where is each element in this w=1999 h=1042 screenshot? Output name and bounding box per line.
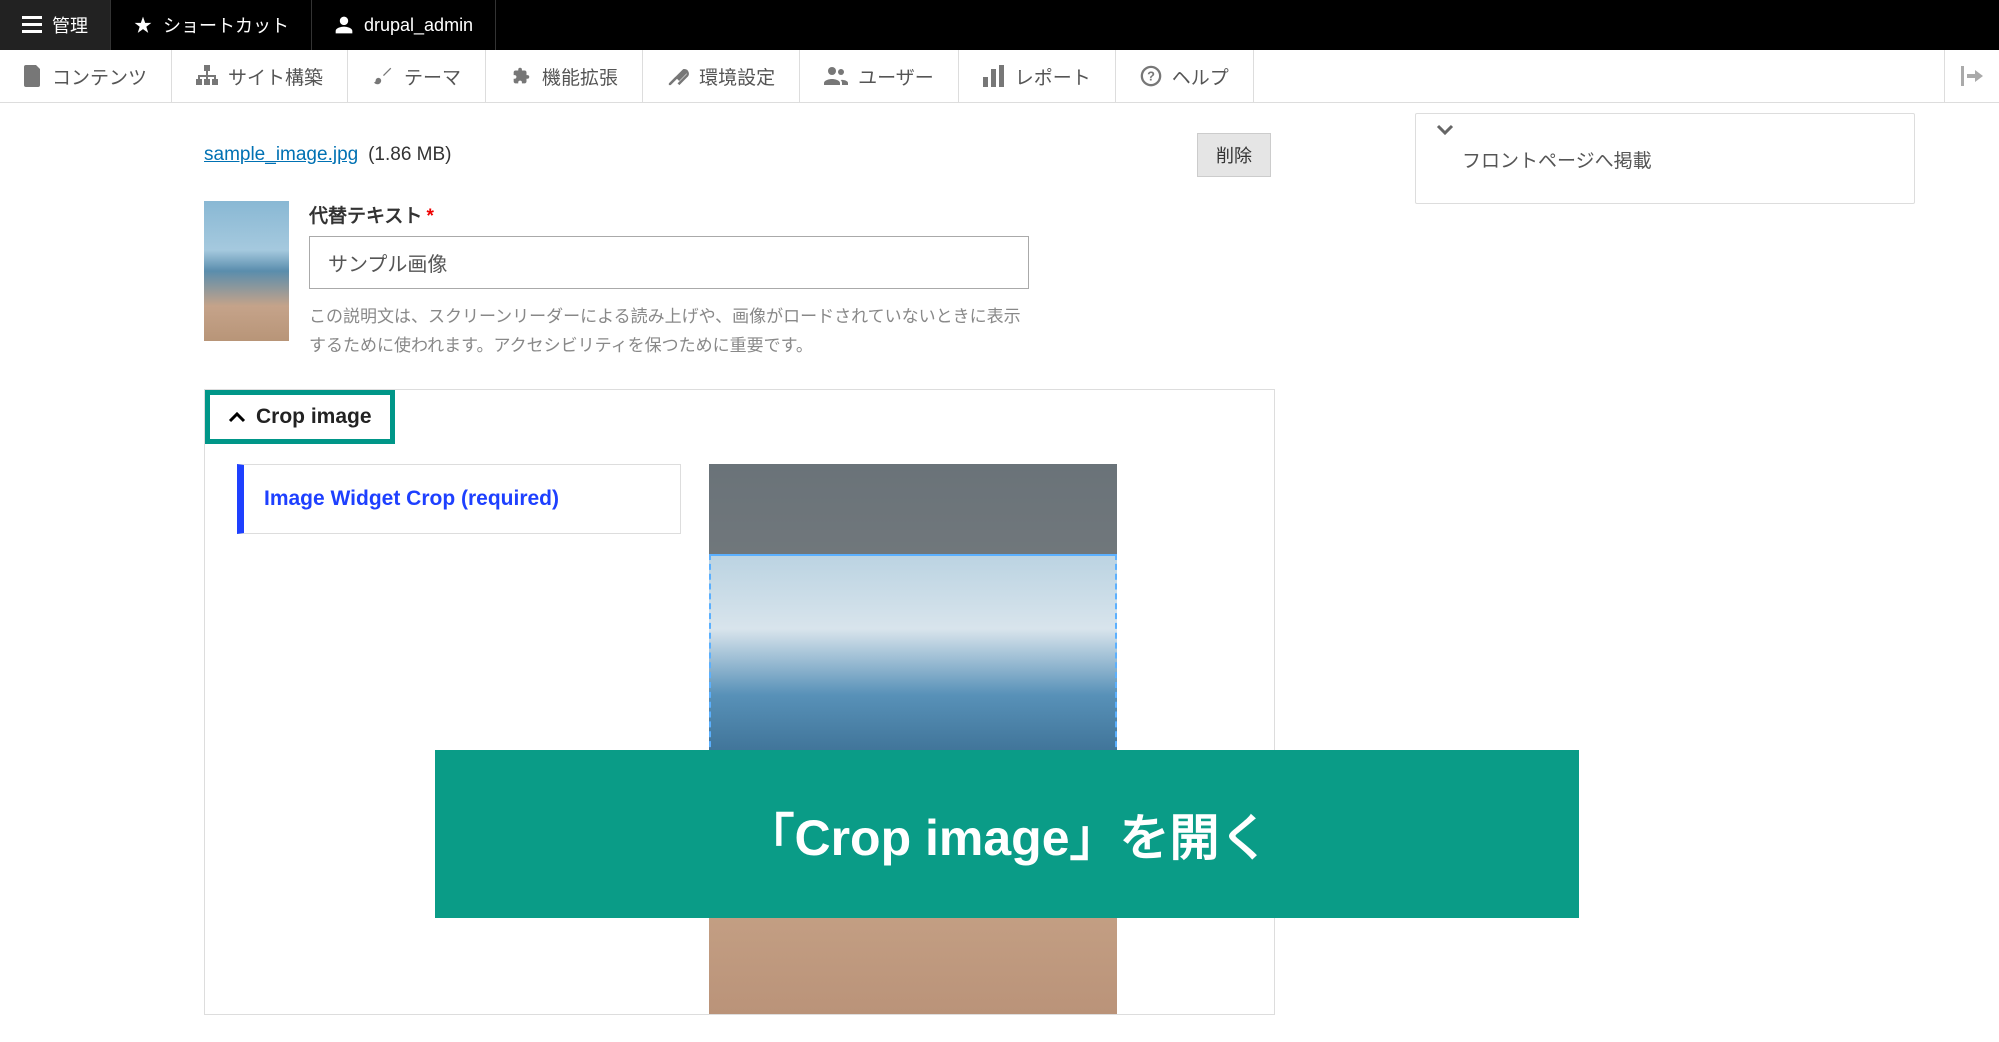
menu-theme-label: テーマ	[404, 63, 461, 90]
shortcuts-label: ショートカット	[163, 12, 289, 38]
shortcuts-button[interactable]: ショートカット	[111, 0, 312, 50]
crop-image-summary-label: Crop image	[256, 405, 372, 429]
crop-mask-top	[709, 464, 1117, 554]
file-icon	[24, 65, 42, 87]
menu-content-label: コンテンツ	[52, 63, 147, 90]
menu-config-label: 環境設定	[699, 63, 775, 90]
menu-extend-label: 機能拡張	[542, 63, 618, 90]
menu-structure-label: サイト構築	[228, 63, 323, 90]
menu-users[interactable]: ユーザー	[800, 50, 959, 102]
brush-icon	[372, 65, 394, 87]
menu-structure[interactable]: サイト構築	[172, 50, 348, 102]
users-icon	[824, 65, 848, 87]
collapse-toolbar-button[interactable]	[1944, 50, 1999, 102]
menu-config[interactable]: 環境設定	[643, 50, 800, 102]
file-size: (1.86 MB)	[368, 144, 451, 165]
alt-text-description: この説明文は、スクリーンリーダーによる読み上げや、画像がロードされていないときに…	[309, 303, 1029, 361]
wrench-icon	[667, 65, 689, 87]
crop-image-fieldset: Crop image Image Widget Crop (required)	[204, 389, 1275, 1015]
user-label: drupal_admin	[364, 15, 473, 36]
tab-image-widget-crop[interactable]: Image Widget Crop (required)	[237, 464, 681, 534]
star-icon	[133, 15, 153, 35]
svg-text:?: ?	[1147, 69, 1155, 84]
annotation-banner: 「Crop image」を開く	[435, 750, 1579, 918]
image-thumbnail	[204, 201, 289, 341]
chevron-down-icon	[1436, 124, 1454, 136]
image-file-row: sample_image.jpg (1.86 MB) 削除	[204, 133, 1275, 177]
menu-theme[interactable]: テーマ	[348, 50, 486, 102]
alt-text-block: 代替テキスト* この説明文は、スクリーンリーダーによる読み上げや、画像がロードさ…	[204, 201, 1275, 361]
chart-icon	[983, 65, 1005, 87]
menu-extend[interactable]: 機能拡張	[486, 50, 643, 102]
sidebar-box: フロントページへ掲載	[1415, 113, 1915, 204]
menu-reports-label: レポート	[1015, 63, 1091, 90]
help-icon: ?	[1140, 65, 1162, 87]
alt-text-label: 代替テキスト*	[309, 201, 1275, 228]
hamburger-icon	[22, 16, 42, 34]
menu-content[interactable]: コンテンツ	[0, 50, 172, 102]
manage-button[interactable]: 管理	[0, 0, 111, 50]
remove-button[interactable]: 削除	[1197, 133, 1271, 177]
crop-tabs: Image Widget Crop (required)	[237, 464, 681, 1014]
alt-text-input[interactable]	[309, 236, 1029, 289]
promote-frontpage-label: フロントページへ掲載	[1416, 146, 1914, 173]
crop-image-summary[interactable]: Crop image	[205, 390, 395, 444]
sidebar-collapse-toggle[interactable]	[1416, 114, 1914, 146]
puzzle-icon	[510, 65, 532, 87]
menu-help-label: ヘルプ	[1172, 63, 1229, 90]
crop-preview[interactable]	[709, 464, 1117, 1014]
user-button[interactable]: drupal_admin	[312, 0, 496, 50]
collapse-icon	[1961, 66, 1983, 86]
admin-menu: コンテンツ サイト構築 テーマ 機能拡張 環境設定 ユーザー レポート ? ヘル…	[0, 50, 1999, 103]
user-icon	[334, 15, 354, 35]
admin-toolbar: 管理 ショートカット drupal_admin	[0, 0, 1999, 50]
structure-icon	[196, 65, 218, 87]
required-indicator: *	[426, 206, 433, 227]
manage-label: 管理	[52, 12, 88, 38]
menu-reports[interactable]: レポート	[959, 50, 1116, 102]
menu-users-label: ユーザー	[858, 63, 934, 90]
menu-help[interactable]: ? ヘルプ	[1116, 50, 1254, 102]
chevron-up-icon	[228, 411, 246, 423]
file-link[interactable]: sample_image.jpg	[204, 144, 358, 165]
